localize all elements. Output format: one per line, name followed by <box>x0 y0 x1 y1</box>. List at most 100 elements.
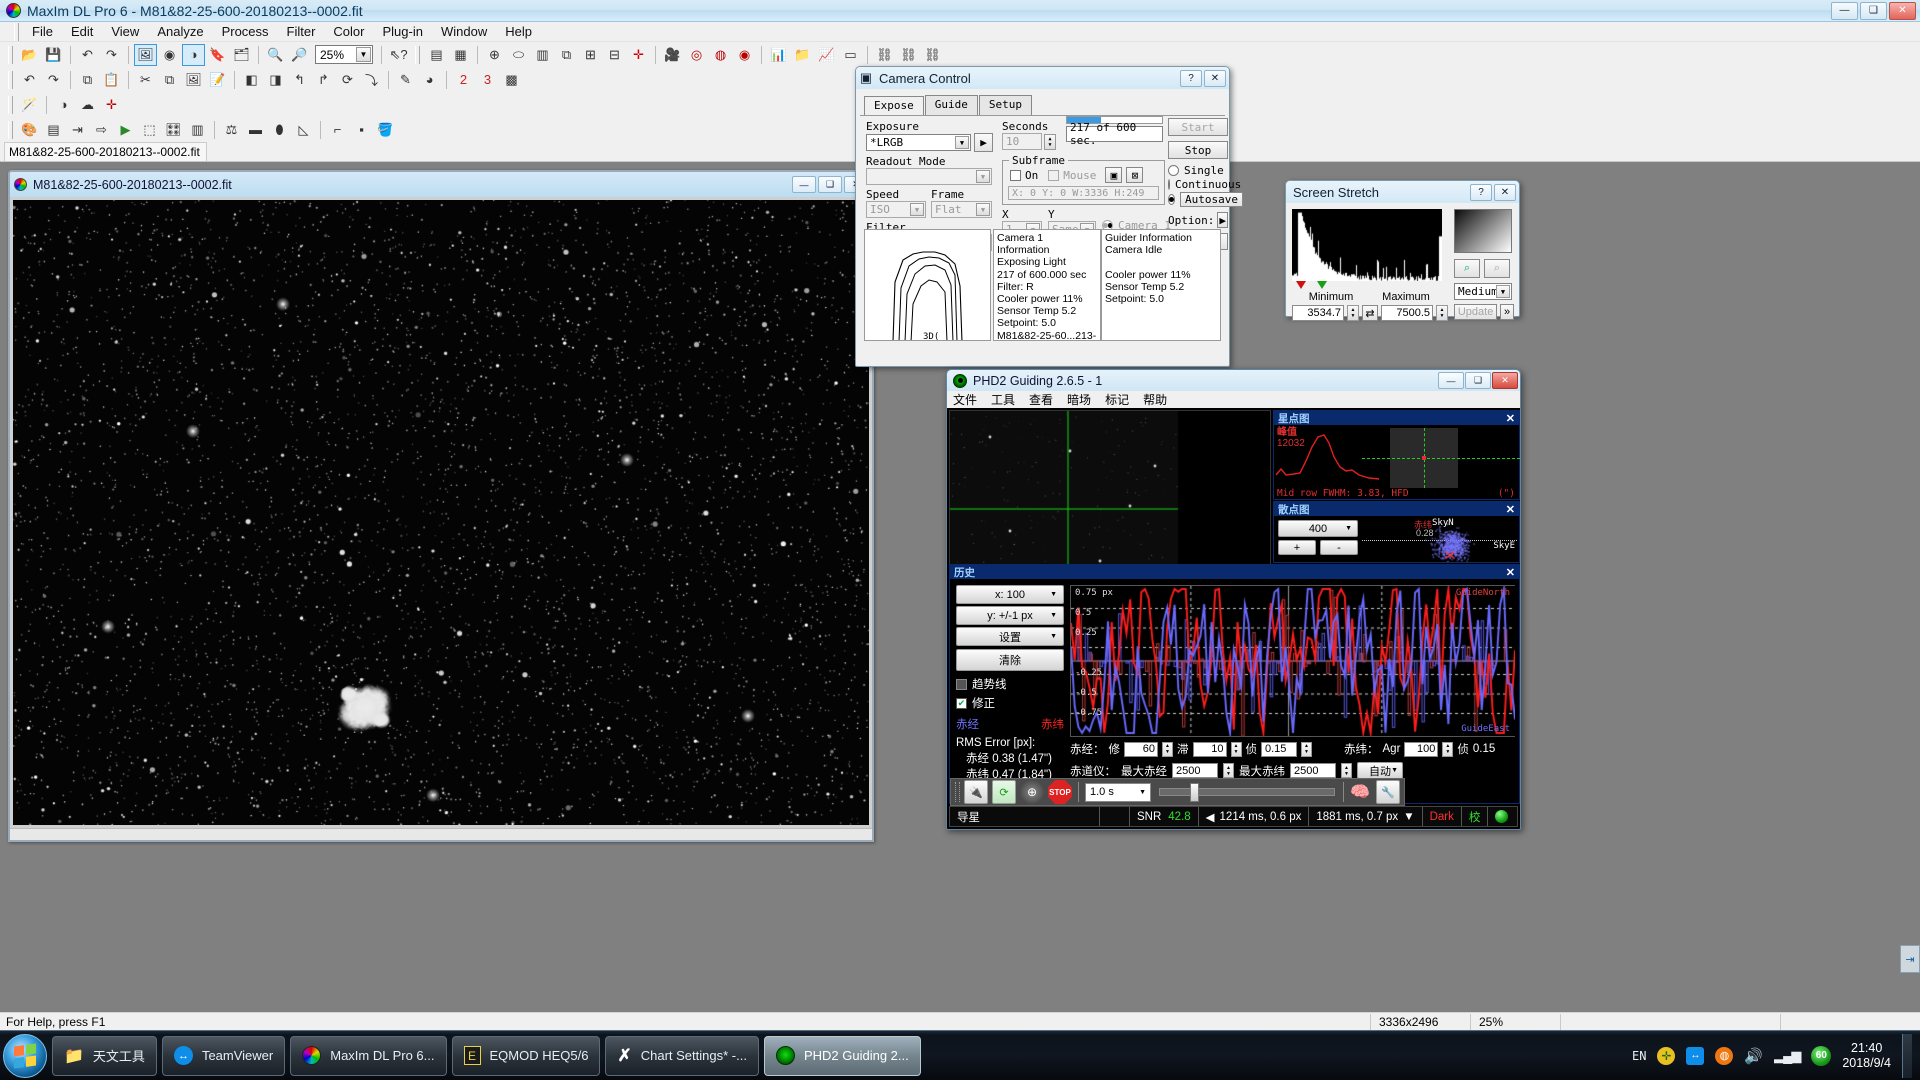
seconds-spinner[interactable]: ▲ ▼ <box>1044 133 1056 150</box>
curve-icon[interactable]: ⌐ <box>326 119 349 141</box>
tray-orange-icon[interactable]: ◍ <box>1715 1046 1734 1065</box>
stop-icon[interactable]: STOP <box>1048 780 1072 804</box>
observatory-icon[interactable]: ◍ <box>709 44 732 66</box>
rotate-angle-icon[interactable]: ⤵ <box>360 69 383 91</box>
histogram-display[interactable] <box>1292 209 1442 281</box>
graph-icon[interactable]: 📊 <box>767 44 790 66</box>
taskbar-item-maxim[interactable]: MaxIm DL Pro 6... <box>290 1035 447 1076</box>
folder2-icon[interactable]: 📁 <box>791 44 814 66</box>
bucket-icon[interactable]: 🪣 <box>374 119 397 141</box>
single-radio[interactable]: Single <box>1168 164 1228 177</box>
duplicate-icon[interactable]: ⧉ <box>158 69 181 91</box>
menu-analyze[interactable]: Analyze <box>148 23 212 40</box>
info-icon[interactable]: 🔖 <box>206 44 229 66</box>
taskbar-item-teamviewer[interactable]: ↔ TeamViewer <box>161 1035 286 1076</box>
undo-icon[interactable]: ↶ <box>76 44 99 66</box>
subframe-mouse-checkbox[interactable] <box>1048 169 1060 181</box>
history-x-select[interactable]: x: 100 ▼ <box>956 585 1064 604</box>
edit-note-icon[interactable]: 📝 <box>206 69 229 91</box>
target-icon[interactable]: ⊕ <box>483 44 506 66</box>
phd2-close-button[interactable]: ✕ <box>1492 372 1518 389</box>
continuous-radio[interactable]: Continuous <box>1168 178 1241 191</box>
gain-slider[interactable] <box>1159 783 1335 802</box>
dec-aggr-input[interactable]: 100 <box>1404 741 1439 757</box>
subframe-set-icon[interactable]: ▣ <box>1105 167 1123 183</box>
scatter-plus-button[interactable]: + <box>1278 540 1316 555</box>
focus-icon[interactable]: ◎ <box>685 44 708 66</box>
close-icon[interactable]: ✕ <box>1506 412 1515 425</box>
screen-stretch-help-button[interactable]: ? <box>1470 183 1492 201</box>
zoom-out-icon[interactable]: 🔎 <box>288 44 311 66</box>
balance-icon[interactable]: ⚖ <box>220 119 243 141</box>
redo2-icon[interactable]: ↷ <box>42 69 65 91</box>
history-y-select[interactable]: y: +/-1 px ▼ <box>956 606 1064 625</box>
scatter-scale-select[interactable]: 400 ▼ <box>1278 520 1358 537</box>
main-maximize-button[interactable]: ❑ <box>1860 1 1887 20</box>
zoom-in-icon[interactable]: ⌕ <box>1454 259 1480 278</box>
guide-icon[interactable]: ⊕ <box>1020 780 1044 804</box>
close-icon[interactable]: ✕ <box>1506 566 1515 579</box>
phd2-menu-tools[interactable]: 工具 <box>991 391 1015 408</box>
history-settings-button[interactable]: 设置 ▼ <box>956 627 1064 646</box>
chevron-down-icon[interactable]: ▼ <box>955 136 969 149</box>
color-wheel-icon[interactable]: 🎨 <box>18 119 41 141</box>
readout-mode-select[interactable]: ▼ <box>866 168 992 185</box>
history-clear-button[interactable]: 清除 <box>956 649 1064 671</box>
more-button[interactable]: » <box>1500 304 1514 320</box>
dec-mode-select[interactable]: 自动 ▼ <box>1357 762 1403 779</box>
play-green-icon[interactable]: ▶ <box>114 119 137 141</box>
window-icon[interactable]: ▭ <box>839 44 862 66</box>
stretch-max-marker[interactable] <box>1317 281 1327 289</box>
camera-control-close-button[interactable]: ✕ <box>1204 69 1226 87</box>
screen-stretch-icon[interactable]: ◑ <box>182 43 205 66</box>
menu-file[interactable]: File <box>23 23 62 40</box>
stretch-mode-select[interactable]: Medium ▼ <box>1454 283 1512 300</box>
menu-window[interactable]: Window <box>432 23 496 40</box>
tab-setup[interactable]: Setup <box>978 95 1032 115</box>
taskbar-item-astro-tools[interactable]: 📁 天文工具 <box>52 1035 157 1076</box>
align-icon[interactable]: ⧉ <box>555 44 578 66</box>
seconds-input[interactable]: 10 <box>1002 133 1042 150</box>
option-button[interactable]: ▶ <box>1217 212 1228 228</box>
eraser-icon[interactable]: ◺ <box>292 119 315 141</box>
chevron-down-icon[interactable]: ▼ <box>910 203 924 216</box>
taskbar-clock[interactable]: 21:40 2018/9/4 <box>1842 1041 1891 1071</box>
grid-icon[interactable]: ▦ <box>449 44 472 66</box>
rotate-left-icon[interactable]: ↰ <box>288 69 311 91</box>
copy-icon[interactable]: ⧉ <box>76 69 99 91</box>
zoom-in-icon[interactable]: 🔍 <box>264 44 287 66</box>
autosave-radio[interactable]: Autosave <box>1168 192 1243 207</box>
exposure-time-select[interactable]: 1.0 s ▼ <box>1085 782 1151 802</box>
menu-edit[interactable]: Edit <box>62 23 102 40</box>
undo2-icon[interactable]: ↶ <box>18 69 41 91</box>
dec-aggr-spinner[interactable]: ▲ ▼ <box>1442 741 1454 757</box>
main-minimize-button[interactable]: — <box>1831 1 1858 20</box>
speed-select[interactable]: ISO ▼ <box>866 201 926 218</box>
chevron-down-icon[interactable]: ▼ <box>976 203 990 216</box>
camera-settings-icon[interactable]: 🔧 <box>1376 780 1400 804</box>
crosshair-icon[interactable]: ◉ <box>158 44 181 66</box>
menu-color[interactable]: Color <box>324 23 373 40</box>
connect-icon[interactable]: 🔌 <box>964 780 988 804</box>
tray-volume-icon[interactable]: 🔊 <box>1744 1047 1763 1065</box>
astro-image-canvas[interactable] <box>13 200 869 825</box>
gain-slider-handle[interactable] <box>1189 783 1199 802</box>
correction-checkbox[interactable]: ✔ <box>956 697 967 709</box>
image-view-icon[interactable]: 🖼 <box>134 43 157 66</box>
close-icon[interactable]: ✕ <box>1506 503 1515 516</box>
image-horizontal-scrollbar[interactable] <box>10 828 872 840</box>
reticle-icon[interactable]: ✛ <box>100 94 123 116</box>
magic-wand-icon[interactable]: 🪄 <box>18 94 41 116</box>
phd2-minimize-button[interactable]: — <box>1438 372 1464 389</box>
page3-icon[interactable]: 3 <box>476 69 499 91</box>
tray-language[interactable]: EN <box>1632 1049 1646 1063</box>
ra-hyst-input[interactable]: 10 <box>1192 741 1227 757</box>
batch-icon[interactable]: 🗂 <box>230 44 253 66</box>
menu-view[interactable]: View <box>102 23 148 40</box>
moon-phase-icon[interactable]: ◑ <box>52 94 75 116</box>
phd2-menu-darks[interactable]: 暗场 <box>1067 391 1091 408</box>
minimum-spinner[interactable]: ▲ ▼ <box>1347 305 1359 321</box>
open-file-icon[interactable]: 📂 <box>18 44 41 66</box>
ra-minmo-spinner[interactable]: ▲ ▼ <box>1301 741 1312 757</box>
main-close-button[interactable]: ✕ <box>1889 1 1916 20</box>
